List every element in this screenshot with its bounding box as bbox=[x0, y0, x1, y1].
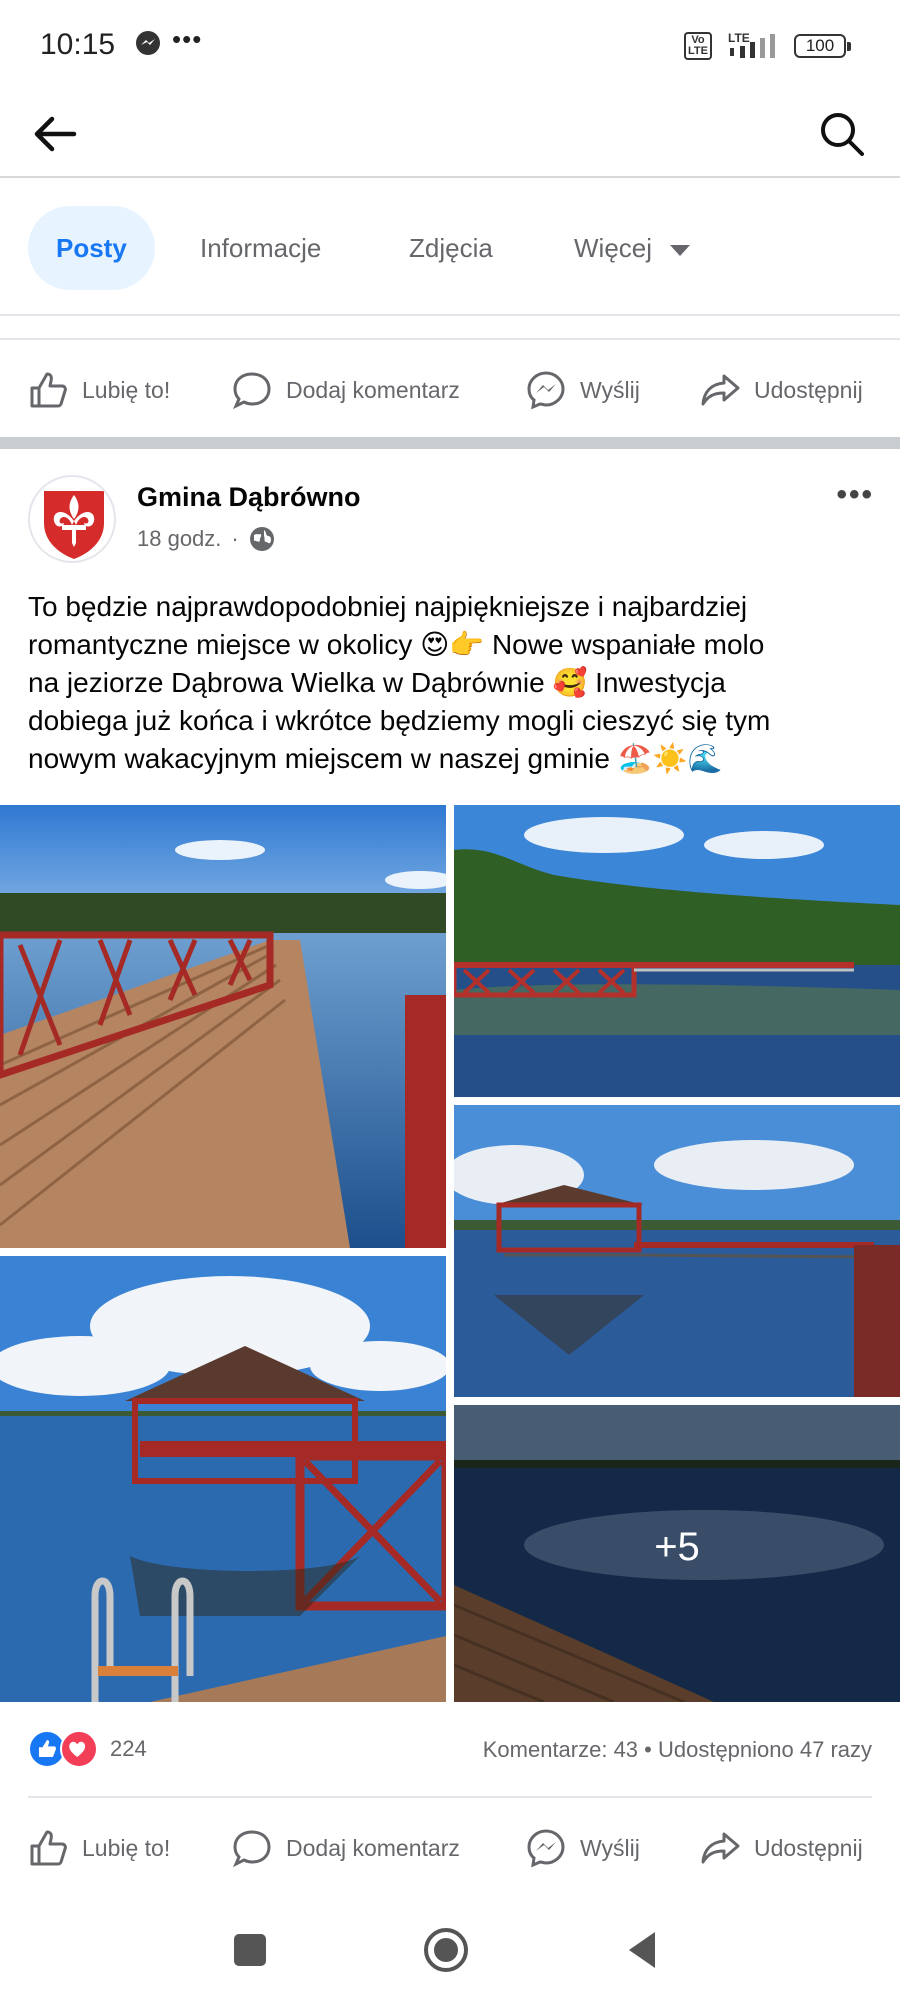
tab-more-label: Więcej bbox=[574, 233, 653, 263]
status-time: 10:15 bbox=[40, 28, 116, 61]
tab-more[interactable]: Więcej bbox=[574, 206, 691, 290]
comment-button[interactable]: Dodaj komentarz bbox=[230, 364, 460, 416]
love-reaction-icon bbox=[60, 1730, 98, 1768]
share-label: Udostępnij bbox=[754, 376, 863, 403]
post-actions: Lubię to! Dodaj komentarz Wyślij Udostęp… bbox=[28, 1796, 872, 1896]
share-label: Udostępnij bbox=[754, 1834, 863, 1861]
meta-separator: · bbox=[231, 526, 239, 551]
signal-icon: LTE bbox=[728, 31, 775, 58]
page-name[interactable]: Gmina Dąbrówno bbox=[137, 482, 361, 513]
post-text-line: romantyczne miejsce w okolicy 😍👉 Nowe ws… bbox=[28, 629, 765, 660]
app-header bbox=[0, 90, 900, 178]
pier-lake-image bbox=[454, 805, 900, 1097]
fleur-de-lis-logo bbox=[44, 491, 104, 559]
comment-icon bbox=[233, 1830, 271, 1868]
gazebo-far-image bbox=[454, 1105, 900, 1397]
more-photos-count[interactable]: +5 bbox=[454, 1525, 900, 1570]
globe-icon bbox=[249, 527, 274, 551]
post-text-line: nowym wakacyjnym miejscem w naszej gmini… bbox=[28, 743, 723, 774]
post-text-line: na jeziorze Dąbrowa Wielka w Dąbrównie 🥰… bbox=[28, 667, 726, 698]
status-bar: 10:15 ••• Vo LTE LTE 100 bbox=[0, 0, 900, 90]
post-photo-3[interactable] bbox=[454, 1105, 900, 1397]
battery-indicator: 100 bbox=[794, 34, 851, 58]
post-meta: 18 godz. · bbox=[137, 526, 275, 552]
messenger-send-icon bbox=[527, 1829, 565, 1868]
pier-walkway-image bbox=[0, 805, 446, 1248]
volte-badge: Vo LTE bbox=[684, 32, 712, 60]
page-tabs: Posty Informacje Zdjęcia Więcej bbox=[0, 178, 900, 316]
post-options-button[interactable]: ••• bbox=[836, 478, 874, 512]
like-button[interactable]: Lubię to! bbox=[26, 1822, 170, 1874]
home-icon[interactable] bbox=[418, 1922, 474, 1978]
messenger-send-icon bbox=[527, 371, 565, 410]
page-avatar[interactable] bbox=[28, 475, 116, 563]
share-icon bbox=[701, 374, 740, 406]
thumbs-up-icon bbox=[30, 372, 67, 408]
arrow-left-icon[interactable] bbox=[26, 104, 86, 164]
status-more-dots: ••• bbox=[172, 24, 203, 54]
share-button[interactable]: Udostępnij bbox=[698, 1822, 863, 1874]
tab-posts[interactable]: Posty bbox=[28, 206, 155, 290]
thumbs-up-icon bbox=[30, 1830, 67, 1866]
post-text-line: To będzie najprawdopodobniej najpiękniej… bbox=[28, 591, 748, 622]
like-label: Lubię to! bbox=[82, 1834, 171, 1861]
comment-label: Dodaj komentarz bbox=[286, 1834, 460, 1861]
svg-text:LTE: LTE bbox=[728, 31, 750, 45]
comment-label: Dodaj komentarz bbox=[286, 376, 460, 403]
send-button[interactable]: Wyślij bbox=[524, 364, 640, 416]
comment-button[interactable]: Dodaj komentarz bbox=[230, 1822, 460, 1874]
post-text-line: dobiega już końca i wkrótce będziemy mog… bbox=[28, 705, 771, 736]
post-photo-4[interactable] bbox=[0, 1256, 446, 1702]
share-button[interactable]: Udostępnij bbox=[698, 364, 863, 416]
status-indicators: Vo LTE LTE 100 bbox=[684, 30, 851, 62]
post-photo-1[interactable] bbox=[0, 805, 446, 1248]
back-icon[interactable] bbox=[615, 1922, 671, 1978]
gazebo-ladder-image bbox=[0, 1256, 446, 1702]
reaction-summary[interactable]: 224 bbox=[28, 1730, 147, 1768]
share-icon bbox=[701, 1832, 740, 1864]
tab-photos[interactable]: Zdjęcia bbox=[409, 206, 493, 290]
post-text: To będzie najprawdopodobniej najpiękniej… bbox=[28, 588, 878, 778]
tab-information[interactable]: Informacje bbox=[200, 206, 321, 290]
send-button[interactable]: Wyślij bbox=[524, 1822, 640, 1874]
like-label: Lubię to! bbox=[82, 376, 171, 403]
post-time[interactable]: 18 godz. bbox=[137, 526, 221, 552]
recent-apps-icon[interactable] bbox=[222, 1922, 278, 1978]
like-button[interactable]: Lubię to! bbox=[26, 364, 170, 416]
caret-down-icon bbox=[670, 244, 691, 256]
messenger-icon bbox=[136, 31, 160, 55]
system-nav-bar bbox=[0, 1900, 900, 2000]
feed-divider bbox=[0, 437, 900, 449]
send-label: Wyślij bbox=[580, 1834, 640, 1861]
post-photo-2[interactable] bbox=[454, 805, 900, 1097]
engagement-stats[interactable]: Komentarze: 43 • Udostępniono 47 razy bbox=[483, 1737, 872, 1763]
comment-icon bbox=[233, 372, 271, 410]
reaction-count: 224 bbox=[110, 1736, 147, 1761]
search-icon[interactable] bbox=[812, 104, 872, 164]
previous-post-actions: Lubię to! Dodaj komentarz Wyślij Udostęp… bbox=[0, 338, 900, 438]
send-label: Wyślij bbox=[580, 376, 640, 403]
reaction-icons bbox=[28, 1730, 100, 1768]
